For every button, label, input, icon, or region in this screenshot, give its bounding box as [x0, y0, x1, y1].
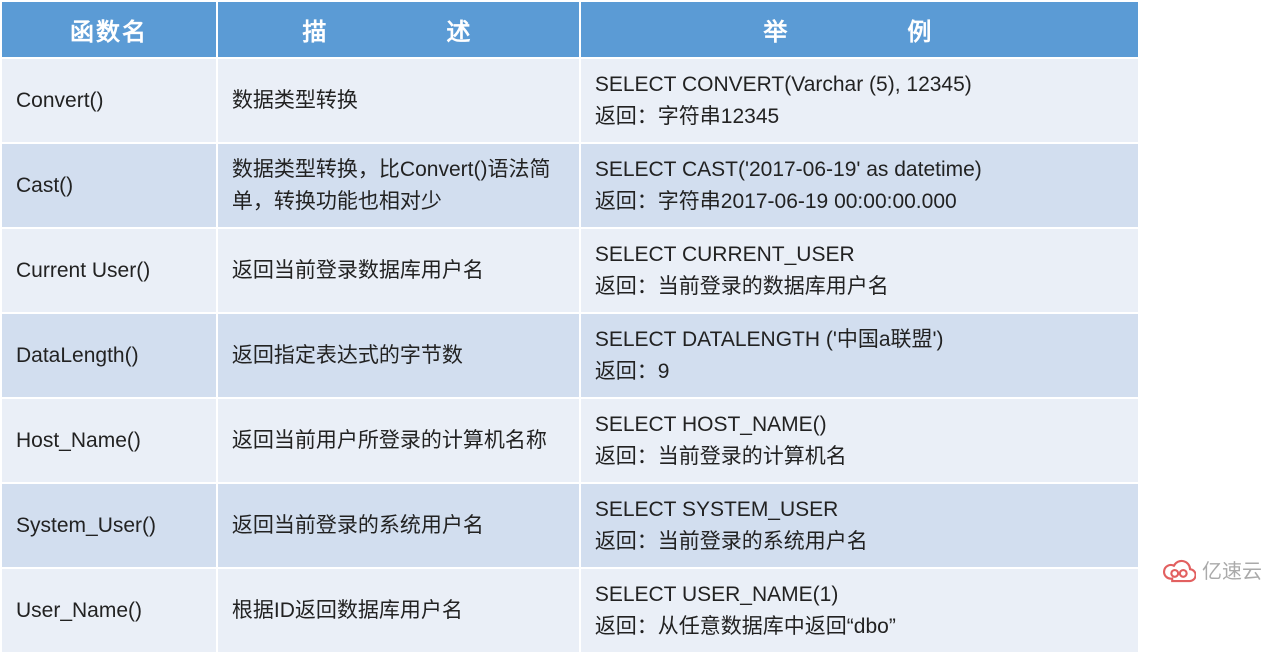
header-func-name: 函数名	[1, 1, 217, 58]
header-description: 描 述	[217, 1, 580, 58]
table-row: Current User()返回当前登录数据库用户名SELECT CURRENT…	[1, 228, 1139, 313]
cell-description: 数据类型转换，比Convert()语法简单，转换功能也相对少	[217, 143, 580, 228]
cell-func-name: Convert()	[1, 58, 217, 143]
cell-func-name: Current User()	[1, 228, 217, 313]
table-row: Host_Name()返回当前用户所登录的计算机名称SELECT HOST_NA…	[1, 398, 1139, 483]
cell-description: 返回当前登录的系统用户名	[217, 483, 580, 568]
watermark: 亿速云	[1162, 555, 1262, 584]
cell-description: 数据类型转换	[217, 58, 580, 143]
cell-func-name: System_User()	[1, 483, 217, 568]
cell-func-name: Host_Name()	[1, 398, 217, 483]
cell-description: 返回指定表达式的字节数	[217, 313, 580, 398]
header-example: 举 例	[580, 1, 1139, 58]
cell-description: 返回当前登录数据库用户名	[217, 228, 580, 313]
table-row: User_Name()根据ID返回数据库用户名SELECT USER_NAME(…	[1, 568, 1139, 653]
watermark-text: 亿速云	[1202, 555, 1262, 584]
cell-description: 根据ID返回数据库用户名	[217, 568, 580, 653]
cell-func-name: Cast()	[1, 143, 217, 228]
table-row: Convert()数据类型转换SELECT CONVERT(Varchar (5…	[1, 58, 1139, 143]
cell-example: SELECT USER_NAME(1) 返回：从任意数据库中返回“dbo”	[580, 568, 1139, 653]
cell-description: 返回当前用户所登录的计算机名称	[217, 398, 580, 483]
sql-function-table: 函数名 描 述 举 例 Convert()数据类型转换SELECT CONVER…	[0, 0, 1140, 654]
table-row: Cast()数据类型转换，比Convert()语法简单，转换功能也相对少SELE…	[1, 143, 1139, 228]
cell-example: SELECT SYSTEM_USER 返回：当前登录的系统用户名	[580, 483, 1139, 568]
cell-example: SELECT CURRENT_USER 返回：当前登录的数据库用户名	[580, 228, 1139, 313]
cell-example: SELECT DATALENGTH ('中国a联盟') 返回：9	[580, 313, 1139, 398]
cloud-icon	[1162, 556, 1196, 584]
cell-example: SELECT CAST('2017-06-19' as datetime) 返回…	[580, 143, 1139, 228]
cell-example: SELECT HOST_NAME() 返回：当前登录的计算机名	[580, 398, 1139, 483]
cell-func-name: User_Name()	[1, 568, 217, 653]
table-row: System_User()返回当前登录的系统用户名SELECT SYSTEM_U…	[1, 483, 1139, 568]
cell-example: SELECT CONVERT(Varchar (5), 12345) 返回：字符…	[580, 58, 1139, 143]
cell-func-name: DataLength()	[1, 313, 217, 398]
table-row: DataLength()返回指定表达式的字节数SELECT DATALENGTH…	[1, 313, 1139, 398]
